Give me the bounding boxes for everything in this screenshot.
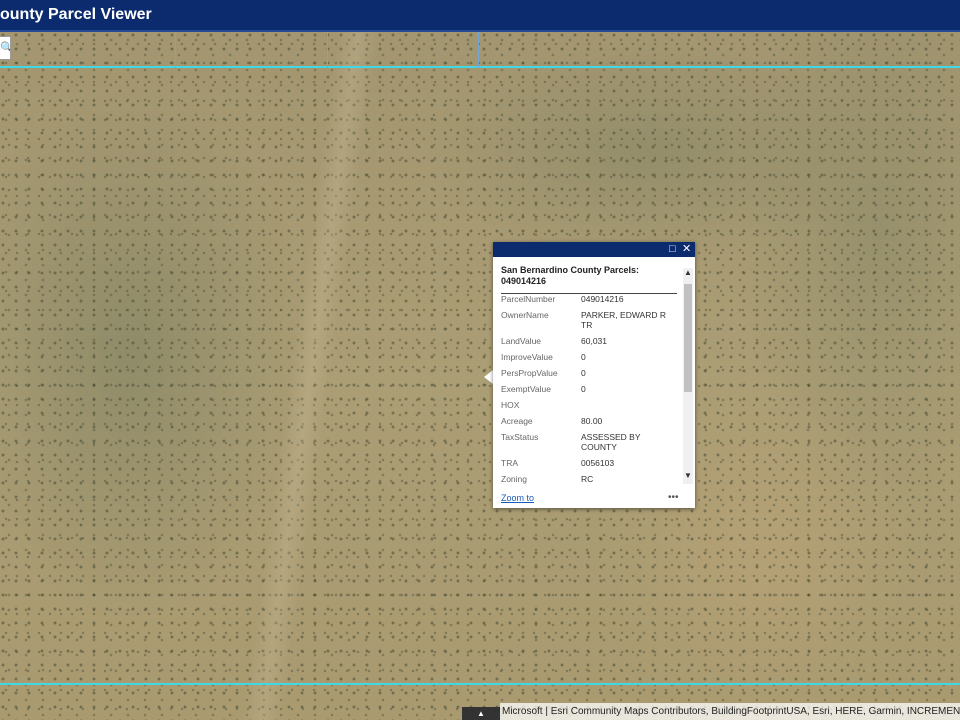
field-value: 0056103 bbox=[581, 458, 615, 468]
field-row: PersPropValue 0 bbox=[501, 368, 681, 378]
field-value: ASSESSED BY COUNTY bbox=[581, 432, 641, 452]
field-key: TaxStatus bbox=[501, 432, 539, 442]
close-icon[interactable]: ✕ bbox=[682, 243, 691, 256]
field-row: OwnerName PARKER, EDWARD R TR bbox=[501, 310, 681, 330]
zoom-to-link[interactable]: Zoom to bbox=[501, 493, 534, 503]
terrain-wash bbox=[241, 32, 379, 720]
field-key: OwnerName bbox=[501, 310, 549, 320]
field-row: ParcelNumber 049014216 bbox=[501, 294, 681, 304]
parcel-boundary-top bbox=[0, 66, 960, 68]
field-value: RC bbox=[581, 474, 594, 484]
field-value: 60,031 bbox=[581, 336, 607, 346]
map-view[interactable] bbox=[0, 32, 960, 720]
field-row: Acreage 80.00 bbox=[501, 416, 681, 426]
attribution-toggle[interactable]: ▲ bbox=[462, 707, 500, 720]
field-key: LandValue bbox=[501, 336, 542, 346]
field-value: 049014216 bbox=[581, 294, 624, 304]
field-value: 0 bbox=[581, 352, 586, 362]
field-value: PARKER, EDWARD R TR bbox=[581, 310, 667, 330]
popup-scrollbar[interactable]: ▲ ▼ bbox=[683, 268, 693, 484]
maximize-icon[interactable]: □ bbox=[669, 243, 676, 256]
field-key: HOX bbox=[501, 400, 520, 410]
app-header: ounty Parcel Viewer bbox=[0, 0, 960, 32]
scroll-up-icon[interactable]: ▲ bbox=[683, 268, 693, 277]
popup-fields: ParcelNumber 049014216 OwnerName PARKER, ED… bbox=[501, 294, 681, 490]
parcel-boundary-v2 bbox=[327, 32, 328, 68]
field-row: Zoning RC bbox=[501, 474, 681, 484]
field-value: 80.00 bbox=[581, 416, 603, 426]
app-title: ounty Parcel Viewer bbox=[0, 6, 152, 23]
popup-title: San Bernardino County Parcels: 049014216 bbox=[501, 265, 677, 294]
parcel-boundary-bottom bbox=[0, 683, 960, 685]
more-actions-icon[interactable]: ••• bbox=[668, 492, 679, 503]
field-value bbox=[581, 400, 676, 410]
field-row: HOX bbox=[501, 400, 681, 410]
field-row: ExemptValue 0 bbox=[501, 384, 681, 394]
field-value: 0 bbox=[581, 384, 586, 394]
field-key: PersPropValue bbox=[501, 368, 558, 378]
scroll-down-icon[interactable]: ▼ bbox=[683, 471, 693, 480]
field-key: ExemptValue bbox=[501, 384, 551, 394]
parcel-boundary-v3 bbox=[478, 32, 479, 68]
field-row: TaxStatus ASSESSED BY COUNTY bbox=[501, 432, 681, 452]
field-key: Zoning bbox=[501, 474, 527, 484]
parcel-popup: □ ✕ San Bernardino County Parcels: 04901… bbox=[493, 242, 695, 508]
field-key: ParcelNumber bbox=[501, 294, 556, 304]
search-button[interactable]: 🔍 bbox=[0, 36, 11, 60]
field-row: TRA 0056103 bbox=[501, 458, 681, 468]
search-icon: 🔍 bbox=[0, 42, 10, 54]
parcel-boundary-v1 bbox=[175, 32, 176, 68]
field-row: LandValue 60,031 bbox=[501, 336, 681, 346]
popup-header: □ ✕ bbox=[493, 242, 695, 257]
scroll-thumb[interactable] bbox=[684, 284, 692, 392]
map-attribution: Microsoft | Esri Community Maps Contribu… bbox=[500, 703, 960, 720]
field-key: ImproveValue bbox=[501, 352, 553, 362]
field-row: ImproveValue 0 bbox=[501, 352, 681, 362]
field-key: Acreage bbox=[501, 416, 533, 426]
field-key: TRA bbox=[501, 458, 518, 468]
popup-pointer bbox=[484, 370, 493, 384]
field-value: 0 bbox=[581, 368, 586, 378]
